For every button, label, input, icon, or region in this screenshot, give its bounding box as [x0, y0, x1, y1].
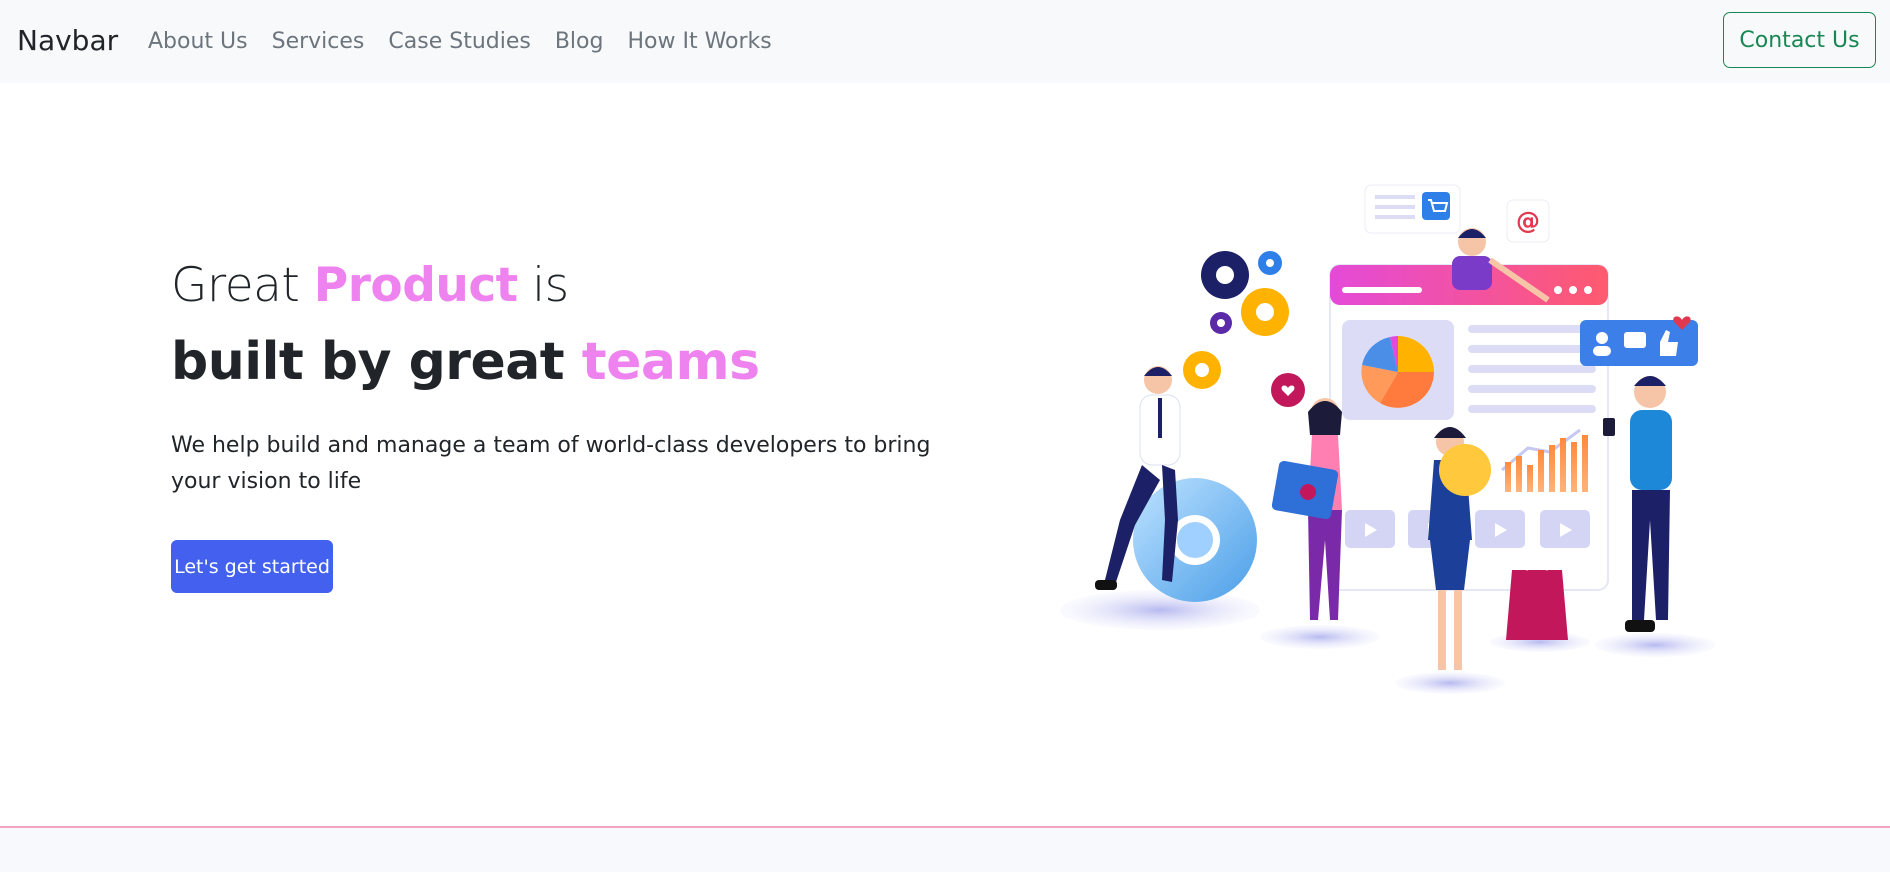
gear-icon-dark — [1201, 251, 1249, 299]
shopping-bag-icon — [1506, 558, 1568, 640]
hero-line2-accent: teams — [581, 332, 760, 392]
hero-line2-prefix: built by great — [171, 332, 582, 392]
lightbulb-icon — [1439, 444, 1491, 496]
heart-bubble-icon — [1271, 373, 1305, 407]
big-gear-icon — [1133, 478, 1257, 602]
nav-links: About Us Services Case Studies Blog How … — [148, 25, 796, 59]
navbar: Navbar About Us Services Case Studies Bl… — [0, 0, 1890, 83]
chat-icon — [1624, 332, 1646, 348]
hero-line1-prefix: Great — [171, 258, 314, 313]
navbar-brand[interactable]: Navbar — [17, 22, 118, 60]
hero-description: We help build and manage a team of world… — [171, 433, 931, 494]
gear-icon-purple — [1210, 312, 1232, 334]
nav-link-services[interactable]: Services — [272, 25, 365, 59]
team-illustration: @ — [1060, 184, 1715, 694]
floor-shadow — [1060, 590, 1260, 630]
contact-us-button[interactable]: Contact Us — [1723, 12, 1876, 68]
nav-link-case-studies[interactable]: Case Studies — [388, 25, 530, 59]
hero-line1-accent: Product — [313, 258, 518, 313]
person-woman-tablet — [1271, 398, 1342, 620]
phone-icon — [1603, 418, 1615, 436]
nav-link-about-us[interactable]: About Us — [148, 25, 248, 59]
gear-icon-yellow — [1241, 288, 1289, 336]
user-icon — [1596, 332, 1608, 344]
at-icon: @ — [1516, 207, 1540, 235]
floor-shadow — [1395, 672, 1505, 694]
hero-heading-line2: built by great teams — [171, 332, 760, 392]
floor-shadow — [1260, 625, 1380, 649]
gear-bubble-icon — [1183, 351, 1221, 389]
get-started-button[interactable]: Let's get started — [171, 540, 333, 593]
next-section-background — [0, 828, 1890, 872]
floor-shadow — [1595, 633, 1715, 657]
gear-icon-blue — [1258, 251, 1282, 275]
person-man-right — [1603, 376, 1672, 632]
nav-link-blog[interactable]: Blog — [555, 25, 604, 59]
hero-heading-line1: Great Product is — [171, 258, 569, 313]
hero-line1-suffix: is — [517, 258, 569, 313]
nav-link-how-it-works[interactable]: How It Works — [627, 25, 771, 59]
